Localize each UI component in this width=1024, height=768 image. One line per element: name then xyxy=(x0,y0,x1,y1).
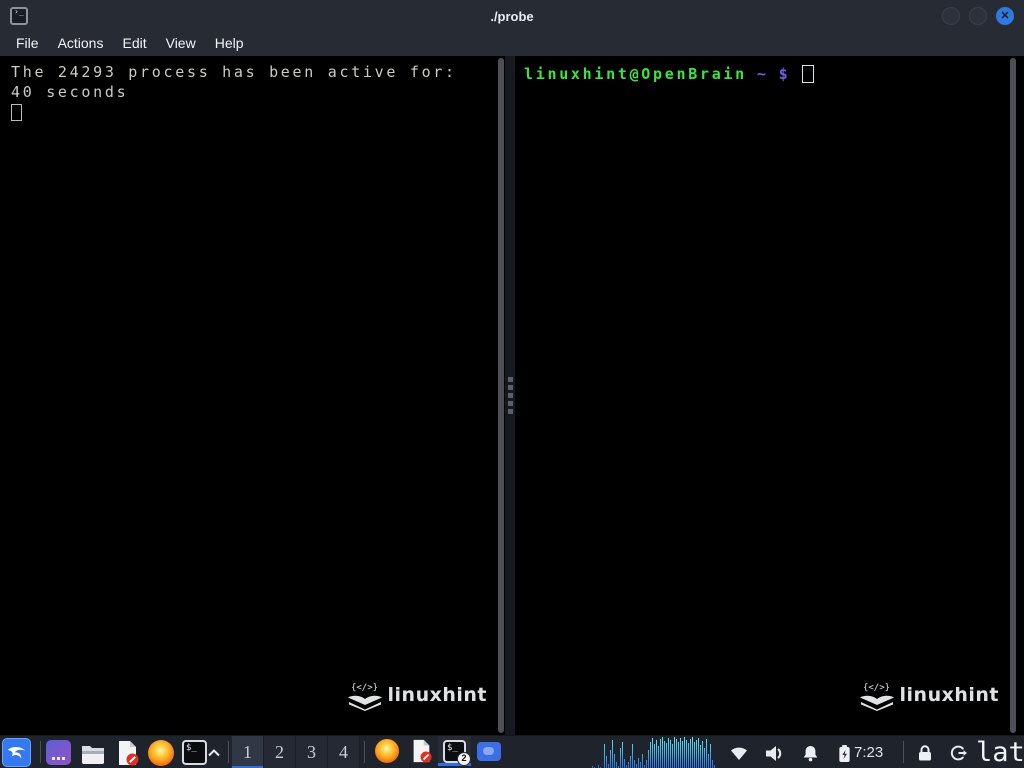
code-brackets-icon: {</>} xyxy=(862,683,891,693)
chevron-up-button[interactable] xyxy=(205,739,223,766)
image-viewer-icon xyxy=(476,741,501,761)
window-title: ./probe xyxy=(490,8,534,24)
launcher-text-editor[interactable] xyxy=(113,739,140,766)
terminal-icon: $_ 2 xyxy=(443,739,471,766)
shell-prompt: linuxhint@OpenBrain ~ $ xyxy=(515,56,1009,84)
terminal-output-line: 40 seconds xyxy=(11,83,129,101)
watermark-label: linuxhint xyxy=(899,684,999,706)
terminal-area: The 24293 process has been active for: 4… xyxy=(0,56,1024,735)
watermark-label: linuxhint xyxy=(387,684,487,706)
bell-icon xyxy=(803,745,817,761)
folder-icon xyxy=(81,745,104,764)
linuxhint-watermark: {</>} linuxhint xyxy=(859,683,999,711)
prompt-path: ~ xyxy=(756,65,769,83)
chevron-up-icon xyxy=(208,748,220,756)
taskbar: $_ 1 2 3 4 $_ 2 7:23 lat xyxy=(0,735,1024,768)
workspace-2[interactable]: 2 xyxy=(264,736,296,768)
logout-icon xyxy=(950,745,967,761)
status-text: lat xyxy=(976,737,1024,768)
tray-notifications[interactable] xyxy=(800,743,820,763)
open-book-icon xyxy=(859,695,894,711)
window-icon xyxy=(46,740,71,765)
tray-network[interactable] xyxy=(729,743,749,763)
separator xyxy=(228,741,229,763)
logout-button[interactable] xyxy=(948,743,968,763)
menu-bar: File Actions Edit View Help xyxy=(0,32,1024,56)
workspace-switcher: 1 2 3 4 xyxy=(232,736,360,768)
window-controls: ✕ xyxy=(942,7,1014,25)
menu-actions[interactable]: Actions xyxy=(58,35,104,51)
separator xyxy=(903,741,904,763)
lock-icon xyxy=(919,745,931,761)
taskbar-clock[interactable]: 7:23 xyxy=(854,736,883,768)
tray-volume[interactable] xyxy=(764,743,784,763)
launcher-terminal[interactable]: $_ xyxy=(181,739,208,766)
lock-screen-button[interactable] xyxy=(915,743,935,763)
taskbar-window-firefox[interactable] xyxy=(370,736,403,766)
desktop-screen: ./probe ✕ File Actions Edit View Help Th… xyxy=(0,0,1024,768)
terminal-pane-left[interactable]: The 24293 process has been active for: 4… xyxy=(0,56,497,735)
launcher-file-manager[interactable] xyxy=(79,739,106,766)
wifi-icon xyxy=(731,747,747,760)
window-count-badge: 2 xyxy=(457,751,471,766)
terminal-cursor xyxy=(802,65,815,83)
document-icon xyxy=(413,739,432,763)
menu-view[interactable]: View xyxy=(166,35,196,51)
terminal-output: The 24293 process has been active for: 4… xyxy=(0,56,497,122)
prompt-user-host: linuxhint@OpenBrain xyxy=(524,65,747,83)
left-pane-scrollbar[interactable] xyxy=(497,56,505,735)
kali-dragon-icon xyxy=(7,746,26,759)
workspace-3[interactable]: 3 xyxy=(296,736,328,768)
taskbar-window-editor[interactable] xyxy=(404,736,437,766)
separator xyxy=(40,741,41,763)
battery-icon xyxy=(838,744,850,762)
separator xyxy=(364,741,365,763)
right-pane-scrollbar[interactable] xyxy=(1009,56,1017,735)
terminal-cursor xyxy=(11,104,22,121)
divider-grip-icon xyxy=(507,377,513,414)
maximize-button[interactable] xyxy=(969,7,987,25)
firefox-icon xyxy=(374,739,399,763)
minimize-button[interactable] xyxy=(942,7,960,25)
open-book-icon xyxy=(347,695,382,711)
window-titlebar[interactable]: ./probe ✕ xyxy=(0,0,1024,32)
pane-divider[interactable] xyxy=(505,56,515,735)
close-button[interactable]: ✕ xyxy=(996,7,1014,25)
terminal-output-line: The 24293 process has been active for: xyxy=(11,63,457,81)
terminal-app-icon xyxy=(10,7,28,25)
speaker-icon xyxy=(765,745,781,761)
app-menu-button[interactable] xyxy=(2,738,31,767)
launcher-desktop[interactable] xyxy=(45,739,72,766)
taskbar-window-terminal[interactable]: $_ 2 xyxy=(438,736,471,766)
prompt-symbol: $ xyxy=(778,65,791,83)
firefox-icon xyxy=(147,739,174,766)
document-icon xyxy=(118,740,138,765)
code-brackets-icon: {</>} xyxy=(350,683,379,693)
menu-edit[interactable]: Edit xyxy=(122,35,146,51)
menu-help[interactable]: Help xyxy=(215,35,244,51)
audio-visualizer xyxy=(588,735,716,768)
menu-file[interactable]: File xyxy=(16,35,39,51)
linuxhint-watermark: {</>} linuxhint xyxy=(347,683,487,711)
taskbar-window-viewer[interactable] xyxy=(472,736,505,766)
terminal-icon: $_ xyxy=(182,740,207,765)
window-edge xyxy=(1017,56,1024,735)
workspace-1[interactable]: 1 xyxy=(232,736,264,768)
launcher-firefox[interactable] xyxy=(147,739,174,766)
terminal-pane-right[interactable]: linuxhint@OpenBrain ~ $ {</>} linuxhint xyxy=(515,56,1009,735)
tray-battery[interactable] xyxy=(834,743,854,763)
workspace-4[interactable]: 4 xyxy=(328,736,360,768)
